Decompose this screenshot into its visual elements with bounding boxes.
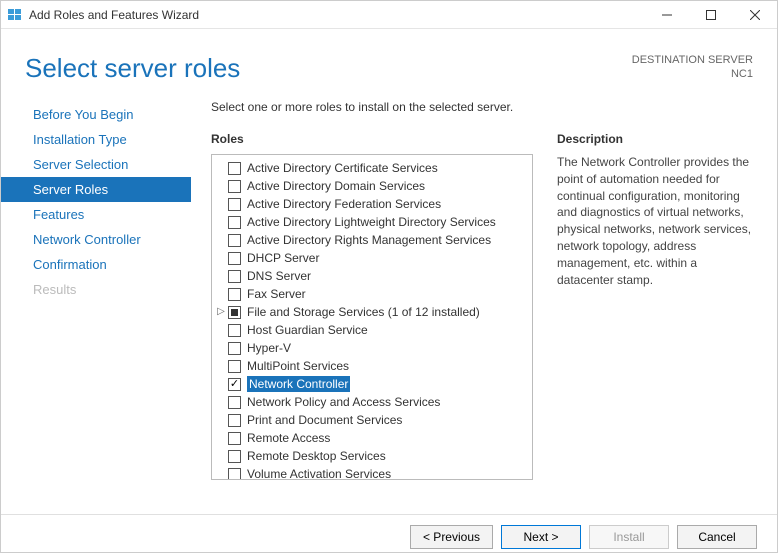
role-label: Active Directory Rights Management Servi… — [247, 232, 491, 248]
role-row[interactable]: Active Directory Federation Services — [214, 195, 530, 213]
sidebar-step-before-you-begin[interactable]: Before You Begin — [1, 102, 191, 127]
roles-header: Roles — [211, 132, 533, 146]
role-row[interactable]: Remote Access — [214, 429, 530, 447]
role-row[interactable]: Hyper-V — [214, 339, 530, 357]
main-panel: Select one or more roles to install on t… — [191, 94, 777, 514]
role-label: Volume Activation Services — [247, 466, 391, 480]
content-area: Before You BeginInstallation TypeServer … — [1, 94, 777, 514]
role-row[interactable]: Host Guardian Service — [214, 321, 530, 339]
role-label: Host Guardian Service — [247, 322, 368, 338]
page-header: Select server roles DESTINATION SERVER N… — [1, 29, 777, 94]
destination-value: NC1 — [632, 67, 753, 81]
role-checkbox[interactable] — [228, 180, 241, 193]
description-header: Description — [557, 132, 757, 146]
role-row[interactable]: DHCP Server — [214, 249, 530, 267]
role-checkbox[interactable] — [228, 252, 241, 265]
role-row[interactable]: DNS Server — [214, 267, 530, 285]
role-checkbox[interactable] — [228, 198, 241, 211]
role-label: DHCP Server — [247, 250, 319, 266]
role-row[interactable]: Network Policy and Access Services — [214, 393, 530, 411]
wizard-steps-sidebar: Before You BeginInstallation TypeServer … — [1, 94, 191, 514]
role-checkbox[interactable] — [228, 270, 241, 283]
sidebar-step-server-roles[interactable]: Server Roles — [1, 177, 191, 202]
sidebar-step-confirmation[interactable]: Confirmation — [1, 252, 191, 277]
window-controls — [645, 1, 777, 29]
app-icon — [7, 7, 23, 23]
role-checkbox[interactable] — [228, 450, 241, 463]
minimize-button[interactable] — [645, 1, 689, 29]
role-checkbox[interactable] — [228, 396, 241, 409]
role-row[interactable]: Active Directory Domain Services — [214, 177, 530, 195]
role-label: Fax Server — [247, 286, 306, 302]
window-title: Add Roles and Features Wizard — [29, 8, 199, 22]
role-checkbox[interactable] — [228, 234, 241, 247]
description-text: The Network Controller provides the poin… — [557, 154, 757, 288]
role-row[interactable]: Active Directory Rights Management Servi… — [214, 231, 530, 249]
role-label: Print and Document Services — [247, 412, 402, 428]
role-label: Hyper-V — [247, 340, 291, 356]
destination-info: DESTINATION SERVER NC1 — [632, 53, 753, 84]
role-checkbox[interactable] — [228, 432, 241, 445]
destination-label: DESTINATION SERVER — [632, 53, 753, 67]
role-row[interactable]: Print and Document Services — [214, 411, 530, 429]
page-title: Select server roles — [25, 53, 240, 84]
role-checkbox[interactable] — [228, 162, 241, 175]
role-checkbox[interactable] — [228, 468, 241, 481]
role-label: File and Storage Services (1 of 12 insta… — [247, 304, 480, 320]
sidebar-step-features[interactable]: Features — [1, 202, 191, 227]
expand-icon[interactable]: ▷ — [214, 304, 228, 320]
titlebar: Add Roles and Features Wizard — [1, 1, 777, 29]
description-column: Description The Network Controller provi… — [557, 132, 757, 480]
role-row[interactable]: Fax Server — [214, 285, 530, 303]
role-checkbox[interactable] — [228, 288, 241, 301]
role-row[interactable]: MultiPoint Services — [214, 357, 530, 375]
next-button[interactable]: Next > — [501, 525, 581, 549]
cancel-button[interactable]: Cancel — [677, 525, 757, 549]
role-checkbox[interactable] — [228, 342, 241, 355]
role-label: Remote Desktop Services — [247, 448, 386, 464]
role-row[interactable]: Active Directory Certificate Services — [214, 159, 530, 177]
install-button[interactable]: Install — [589, 525, 669, 549]
roles-column: Roles Active Directory Certificate Servi… — [211, 132, 533, 480]
wizard-footer: < Previous Next > Install Cancel — [1, 514, 777, 559]
role-row[interactable]: Active Directory Lightweight Directory S… — [214, 213, 530, 231]
role-label: Active Directory Lightweight Directory S… — [247, 214, 496, 230]
role-checkbox[interactable] — [228, 360, 241, 373]
roles-listbox[interactable]: Active Directory Certificate Services Act… — [211, 154, 533, 480]
role-row[interactable]: Volume Activation Services — [214, 465, 530, 480]
role-label: MultiPoint Services — [247, 358, 349, 374]
role-checkbox[interactable] — [228, 378, 241, 391]
role-label: Active Directory Certificate Services — [247, 160, 438, 176]
sidebar-step-network-controller[interactable]: Network Controller — [1, 227, 191, 252]
role-label: Active Directory Domain Services — [247, 178, 425, 194]
maximize-button[interactable] — [689, 1, 733, 29]
instruction-text: Select one or more roles to install on t… — [211, 100, 757, 114]
role-label: Network Controller — [247, 376, 350, 392]
role-checkbox[interactable] — [228, 324, 241, 337]
sidebar-step-results: Results — [1, 277, 191, 302]
sidebar-step-server-selection[interactable]: Server Selection — [1, 152, 191, 177]
role-checkbox[interactable] — [228, 414, 241, 427]
role-label: Network Policy and Access Services — [247, 394, 440, 410]
role-checkbox[interactable] — [228, 216, 241, 229]
sidebar-step-installation-type[interactable]: Installation Type — [1, 127, 191, 152]
close-button[interactable] — [733, 1, 777, 29]
role-row[interactable]: Network Controller — [214, 375, 530, 393]
role-checkbox[interactable] — [228, 306, 241, 319]
previous-button[interactable]: < Previous — [410, 525, 493, 549]
role-label: Active Directory Federation Services — [247, 196, 441, 212]
role-label: DNS Server — [247, 268, 311, 284]
role-label: Remote Access — [247, 430, 330, 446]
role-row[interactable]: ▷ File and Storage Services (1 of 12 inst… — [214, 303, 530, 321]
role-row[interactable]: Remote Desktop Services — [214, 447, 530, 465]
